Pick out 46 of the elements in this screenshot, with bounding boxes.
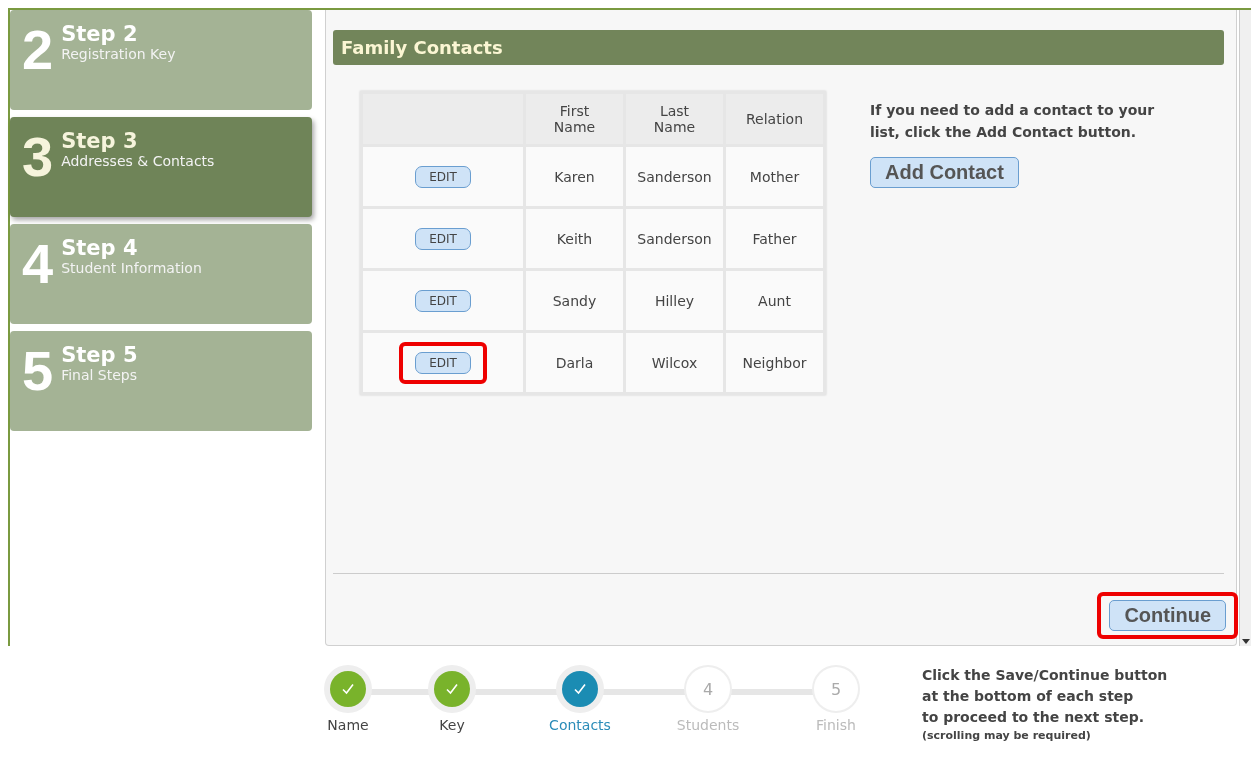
table-cell: Wilcox bbox=[626, 333, 723, 392]
note-small: (scrolling may be required) bbox=[922, 728, 1092, 744]
step-title: Step 3 bbox=[61, 129, 139, 153]
table-cell: Darla bbox=[526, 333, 623, 392]
add-contact-button[interactable]: Add Contact bbox=[870, 157, 1019, 188]
table-cell: Sanderson bbox=[626, 209, 723, 268]
continue-button[interactable]: Continue bbox=[1109, 600, 1227, 631]
table-cell: Aunt bbox=[726, 271, 823, 330]
step-title: Step 4 bbox=[61, 236, 139, 260]
step-title: Step 5 bbox=[61, 343, 138, 367]
table-cell: Father bbox=[726, 209, 823, 268]
column-header: Last Name bbox=[626, 94, 723, 144]
note-text: Click the Save/Continue button bbox=[922, 666, 1168, 685]
step-number: 2 bbox=[22, 26, 54, 74]
step-number: 5 bbox=[22, 347, 54, 395]
table-cell: Sanderson bbox=[626, 147, 723, 206]
edit-button[interactable]: EDIT bbox=[415, 289, 471, 312]
step-number: 4 bbox=[22, 240, 54, 288]
table-cell: Mother bbox=[726, 147, 823, 206]
step-label: Students bbox=[676, 717, 740, 733]
step-subtitle: Final Steps bbox=[61, 367, 138, 383]
edit-button[interactable]: EDIT bbox=[415, 227, 471, 250]
step-circle: 5 bbox=[812, 665, 860, 713]
step-circle: 4 bbox=[684, 665, 732, 713]
note-text: at the bottom of each step bbox=[922, 687, 1135, 706]
section-header: Family Contacts bbox=[333, 30, 1225, 65]
step-number: 3 bbox=[22, 133, 54, 181]
step-subtitle: Registration Key bbox=[61, 46, 176, 62]
table-cell: Hilley bbox=[626, 271, 723, 330]
step-label: Contacts bbox=[549, 717, 611, 733]
column-header: Relation bbox=[726, 94, 823, 144]
column-header: First Name bbox=[526, 94, 623, 144]
edit-button[interactable]: EDIT bbox=[415, 351, 471, 374]
table-cell: Keith bbox=[526, 209, 623, 268]
step-label: Finish bbox=[816, 717, 856, 733]
step-subtitle: Student Information bbox=[61, 260, 202, 276]
note-text: to proceed to the next step. bbox=[922, 708, 1146, 727]
edit-button[interactable]: EDIT bbox=[415, 165, 471, 188]
step-subtitle: Addresses & Contacts bbox=[61, 153, 215, 169]
table-cell: Sandy bbox=[526, 271, 623, 330]
step-label: Name bbox=[327, 717, 369, 733]
table-cell: Neighbor bbox=[726, 333, 823, 392]
step-title: Step 2 bbox=[61, 22, 139, 46]
step-label: Key bbox=[439, 717, 465, 733]
hint-text: If you need to add a contact to your list, click the Add Contact button. bbox=[870, 101, 1156, 142]
table-cell: Karen bbox=[526, 147, 623, 206]
